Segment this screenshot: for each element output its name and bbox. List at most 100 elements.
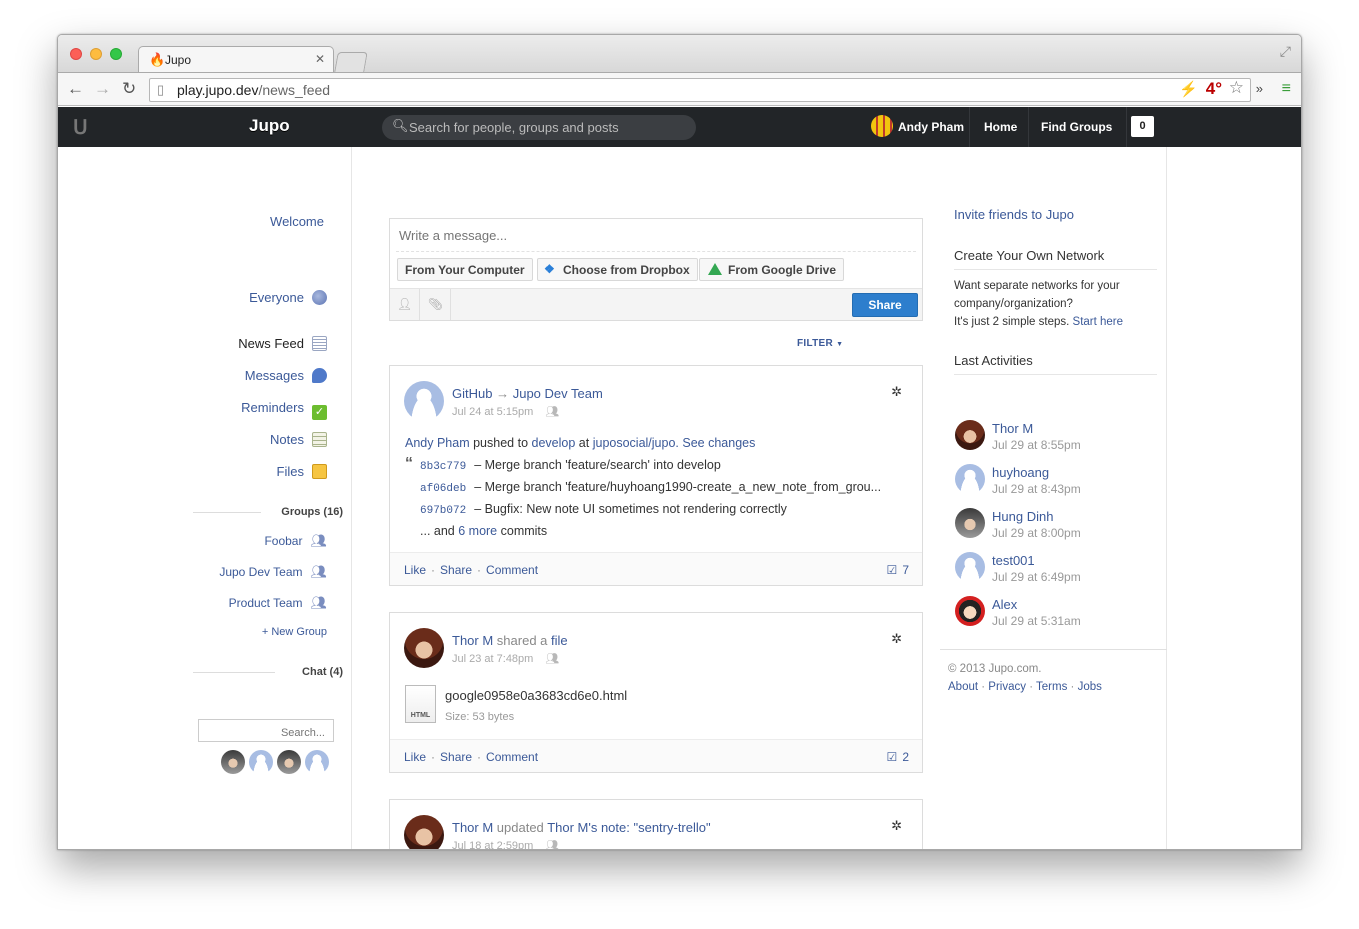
branch-link[interactable]: develop — [532, 436, 576, 450]
sidebar-item-reminders[interactable]: Reminders ✓ — [241, 400, 327, 420]
activity-name[interactable]: Hung Dinh — [992, 509, 1053, 524]
sidebar-group-jupo-dev-team[interactable]: Jupo Dev Team 👥︎ — [219, 564, 327, 580]
bookmark-star-icon[interactable]: ☆ — [1229, 78, 1244, 98]
post-time[interactable]: Jul 18 at 2:59pm — [452, 840, 533, 849]
search-box[interactable]: 🔍︎ — [382, 115, 696, 140]
activity-avatar[interactable] — [955, 508, 985, 538]
message-input[interactable] — [399, 228, 899, 243]
sidebar-group-foobar[interactable]: Foobar 👥︎ — [264, 533, 327, 549]
activity-avatar[interactable] — [955, 596, 985, 626]
browser-tab[interactable]: 🔥 Jupo ✕ — [138, 46, 334, 72]
post-avatar[interactable] — [404, 815, 444, 849]
search-input[interactable] — [409, 120, 679, 135]
actor-link[interactable]: Thor M — [452, 820, 493, 835]
address-bar[interactable]: ▯ play.jupo.dev/news_feed ⚡ 4° ☆ — [149, 78, 1251, 102]
target-link[interactable]: Jupo Dev Team — [513, 386, 603, 401]
activity-name[interactable]: test001 — [992, 553, 1035, 568]
activity-name[interactable]: huyhoang — [992, 465, 1049, 480]
like-link[interactable]: Like — [404, 563, 426, 577]
about-link[interactable]: About — [948, 681, 978, 693]
upload-computer-button[interactable]: From Your Computer — [397, 258, 533, 281]
jobs-link[interactable]: Jobs — [1078, 681, 1102, 693]
close-tab-icon[interactable]: ✕ — [315, 52, 325, 66]
activity-avatar[interactable] — [955, 420, 985, 450]
comment-link[interactable]: Comment — [486, 563, 538, 577]
chat-avatar[interactable] — [305, 750, 329, 774]
jupo-logo-icon[interactable]: ᑌ — [73, 115, 97, 139]
feed-post: Thor M shared a file Jul 23 at 7:48pm 👥︎ … — [389, 612, 923, 773]
share-link[interactable]: Share — [440, 750, 472, 764]
sidebar-item-messages[interactable]: Messages — [245, 368, 327, 383]
chat-avatar[interactable] — [221, 750, 245, 774]
reload-icon[interactable]: ↻ — [122, 79, 136, 99]
user-name-link[interactable]: Andy Pham — [898, 107, 964, 147]
new-group-link[interactable]: + New Group — [262, 626, 327, 638]
see-changes-link[interactable]: See changes — [682, 436, 755, 450]
activity-avatar[interactable] — [955, 464, 985, 494]
paperclip-icon[interactable]: 📎︎ — [421, 289, 451, 320]
dropbox-label: Choose from Dropbox — [563, 263, 690, 277]
share-link[interactable]: Share — [440, 563, 472, 577]
commit-sha[interactable]: 697b072 — [420, 505, 466, 517]
close-window-button[interactable] — [70, 48, 82, 60]
sidebar-group-product-team[interactable]: Product Team 👥︎ — [229, 595, 327, 611]
activity-avatar[interactable] — [955, 552, 985, 582]
minimize-window-button[interactable] — [90, 48, 102, 60]
object-link[interactable]: file — [551, 633, 568, 648]
post-actions: Like · Share · Comment ☑ 7 — [390, 552, 922, 585]
actor-link[interactable]: Thor M — [452, 633, 493, 648]
post-time[interactable]: Jul 24 at 5:15pm — [452, 406, 533, 418]
user-avatar[interactable] — [871, 115, 893, 137]
forward-arrow-icon[interactable]: → — [94, 79, 111, 99]
add-person-icon[interactable]: 👤︎ — [390, 289, 420, 320]
zoom-window-button[interactable] — [110, 48, 122, 60]
back-arrow-icon[interactable]: ← — [67, 79, 84, 99]
chat-search-input[interactable] — [198, 719, 334, 742]
chat-avatar[interactable] — [277, 750, 301, 774]
invite-friends-link[interactable]: Invite friends to Jupo — [954, 207, 1074, 222]
post-avatar[interactable] — [404, 381, 444, 421]
lightning-icon[interactable]: ⚡ — [1179, 80, 1198, 98]
seen-count[interactable]: ☑ 2 — [887, 750, 909, 764]
commit-sha[interactable]: af06deb — [420, 483, 466, 495]
gear-icon[interactable]: ✲ — [891, 384, 902, 400]
object-link[interactable]: Thor M's note: "sentry-trello" — [547, 820, 710, 835]
actor-link[interactable]: GitHub — [452, 386, 492, 401]
terms-link[interactable]: Terms — [1036, 681, 1067, 693]
menu-icon[interactable]: ≡ — [1282, 80, 1291, 98]
share-button[interactable]: Share — [852, 293, 918, 317]
notification-badge[interactable]: 0 — [1131, 116, 1154, 137]
seen-count[interactable]: ☑ 7 — [887, 563, 909, 577]
activity-name[interactable]: Alex — [992, 597, 1017, 612]
sidebar-item-notes[interactable]: Notes — [270, 432, 327, 447]
chat-avatar[interactable] — [249, 750, 273, 774]
comment-link[interactable]: Comment — [486, 750, 538, 764]
file-name-link[interactable]: google0958e0a3683cd6e0.html — [445, 688, 627, 703]
repo-link[interactable]: juposocial/jupo. — [593, 436, 679, 450]
like-link[interactable]: Like — [404, 750, 426, 764]
user-link[interactable]: Andy Pham — [405, 436, 470, 450]
post-time[interactable]: Jul 23 at 7:48pm — [452, 653, 533, 665]
nav-find-groups[interactable]: Find Groups — [1028, 107, 1128, 147]
activity-name[interactable]: Thor M — [992, 421, 1033, 436]
choose-dropbox-button[interactable]: ❖ Choose from Dropbox — [537, 258, 698, 281]
commit-sha[interactable]: 8b3c779 — [420, 461, 466, 473]
sidebar-item-files[interactable]: Files — [277, 464, 327, 479]
nav-home[interactable]: Home — [969, 107, 1031, 147]
fullscreen-icon[interactable]: ⤢ — [1280, 43, 1291, 60]
new-tab-button[interactable] — [334, 52, 368, 72]
app-title[interactable]: Jupo — [249, 116, 290, 136]
gear-icon[interactable]: ✲ — [891, 631, 902, 647]
sidebar-item-everyone[interactable]: Everyone — [249, 290, 327, 305]
privacy-link[interactable]: Privacy — [988, 681, 1026, 693]
extensions-chevron-icon[interactable]: » — [1256, 81, 1263, 96]
start-here-link[interactable]: Start here — [1073, 316, 1124, 328]
filter-dropdown[interactable]: FILTER ▼ — [797, 338, 843, 349]
more-commits-link[interactable]: 6 more — [458, 524, 497, 538]
google-drive-button[interactable]: From Google Drive — [699, 258, 845, 281]
sidebar-item-news-feed[interactable]: News Feed — [238, 336, 327, 351]
gear-icon[interactable]: ✲ — [891, 818, 902, 834]
welcome-link[interactable]: Welcome — [270, 214, 324, 229]
post-avatar[interactable] — [404, 628, 444, 668]
weather-extension[interactable]: 4° — [1206, 79, 1222, 99]
